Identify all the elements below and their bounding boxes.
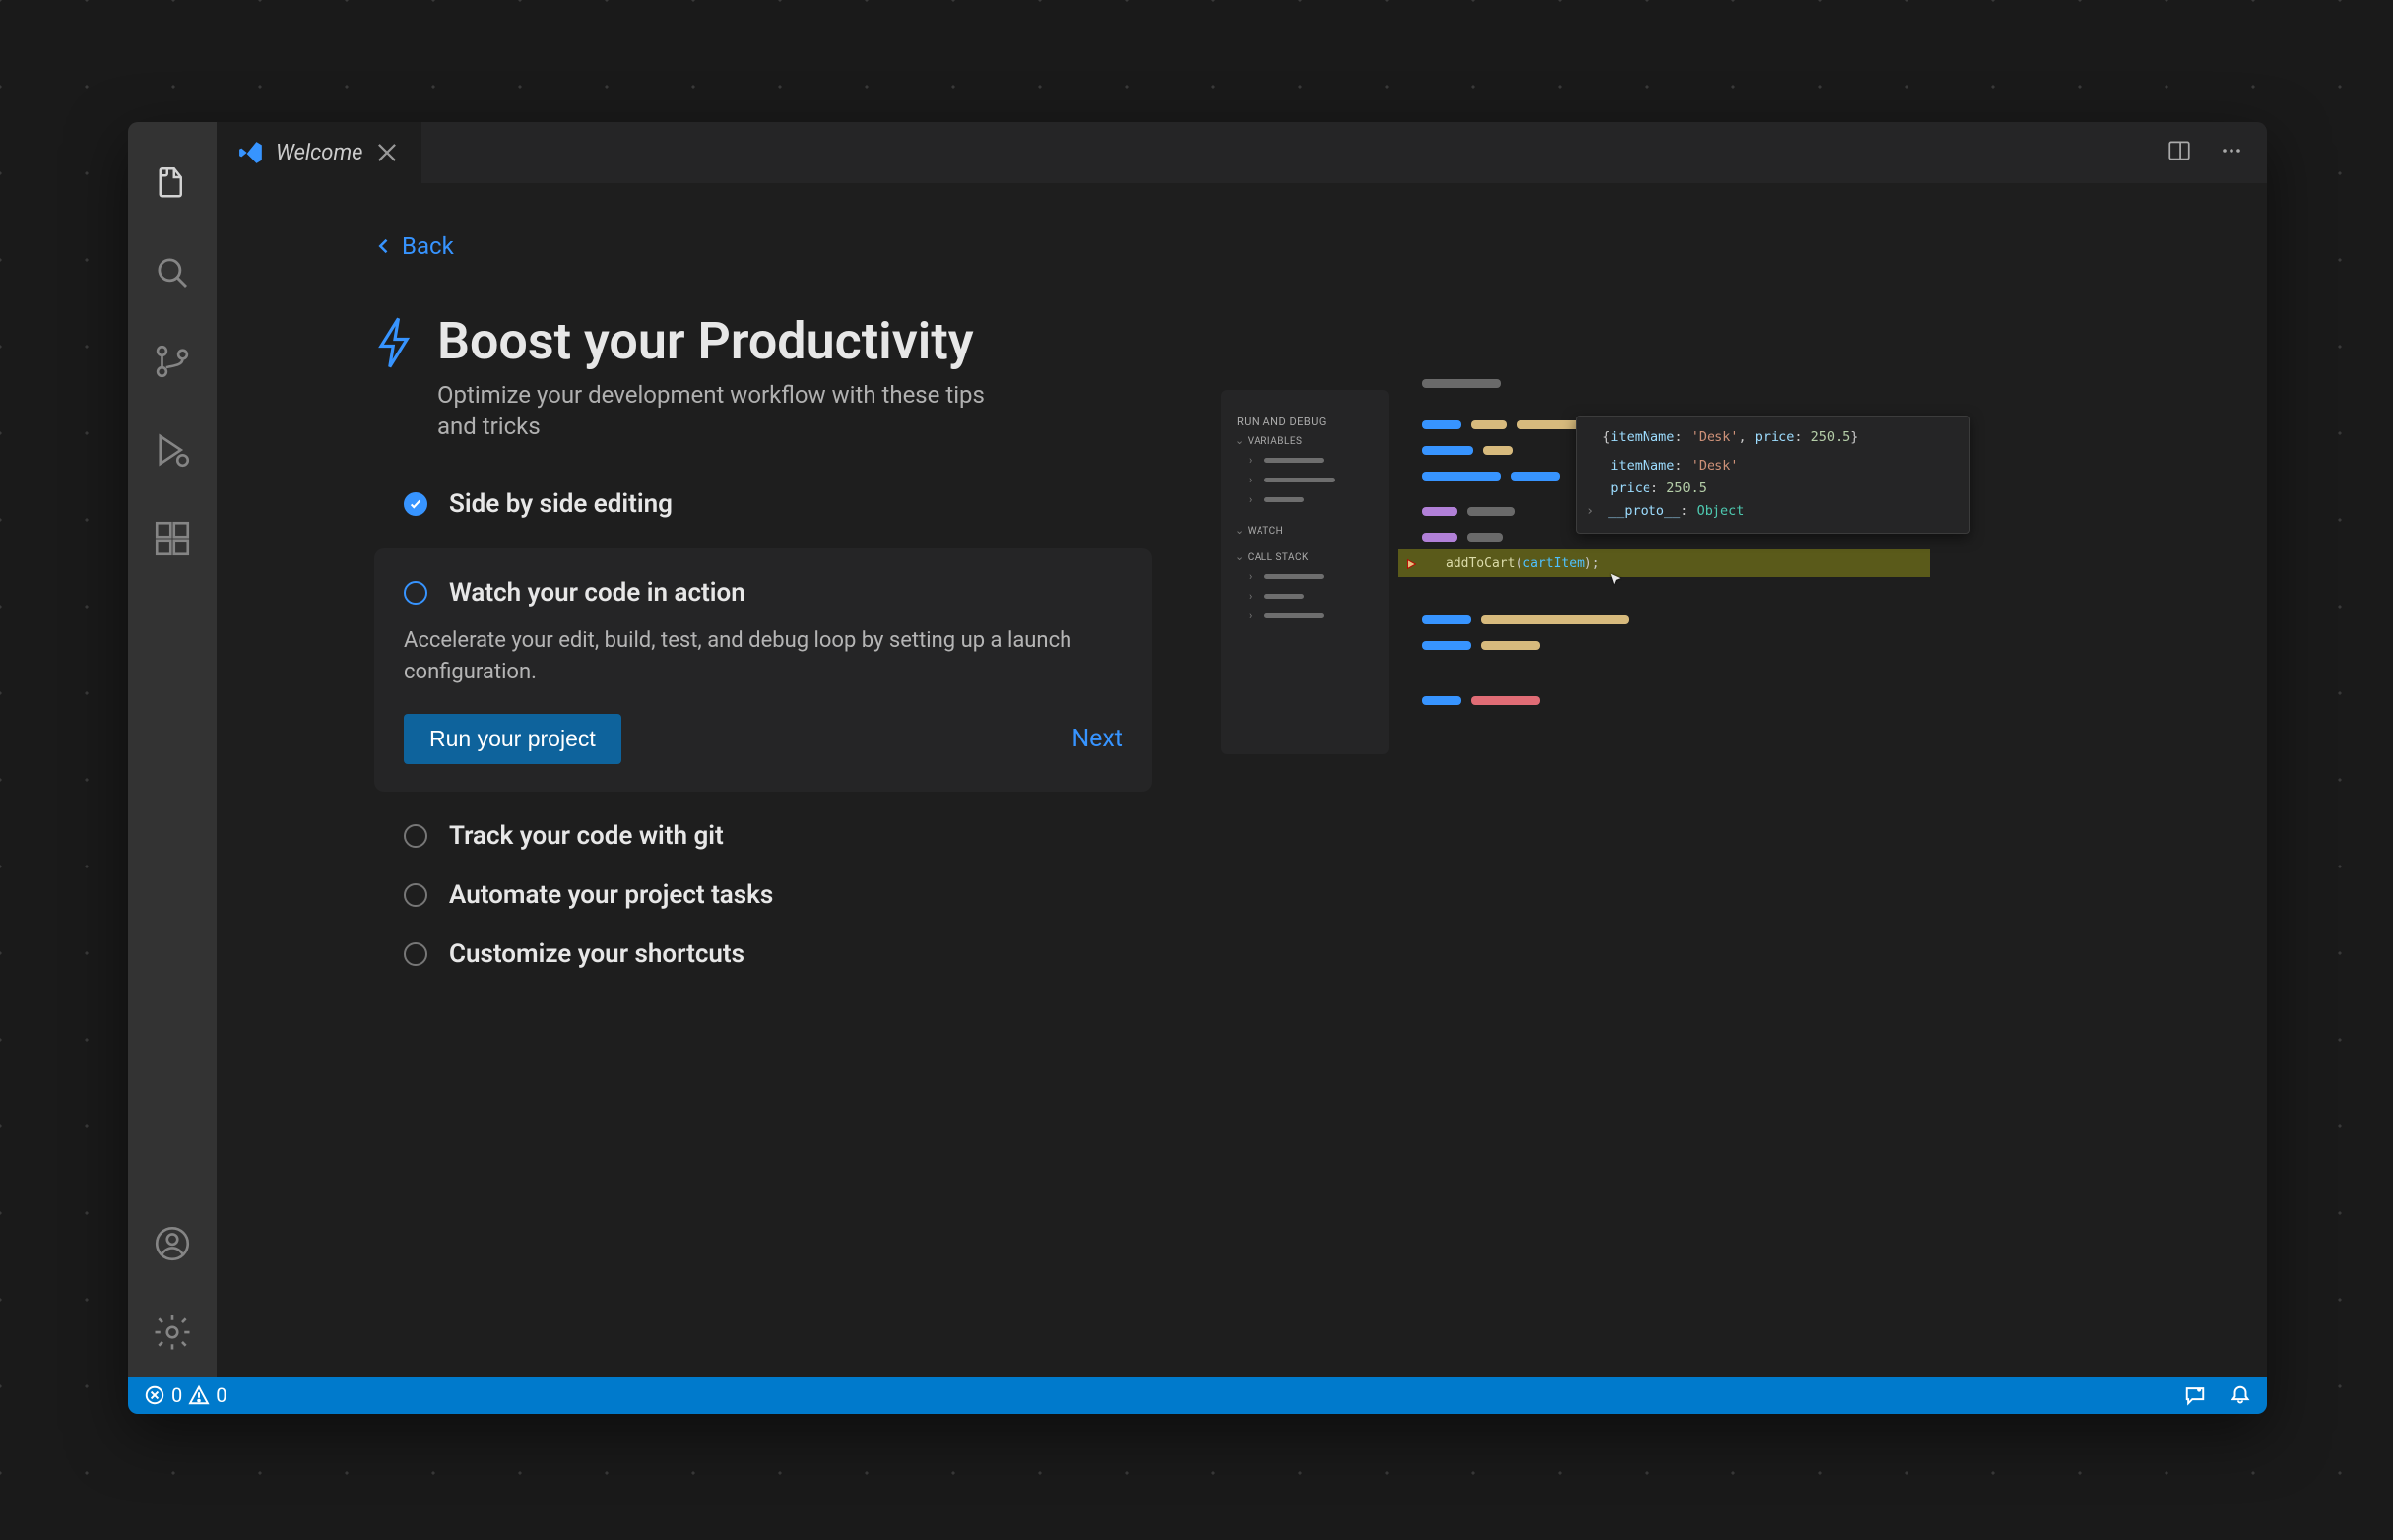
activity-source-control[interactable]: [128, 317, 217, 406]
editor-window: Welcome: [128, 122, 2267, 1414]
status-notifications[interactable]: [2230, 1384, 2251, 1406]
branch-icon: [152, 341, 193, 382]
step-customize-shortcuts[interactable]: Customize your shortcuts: [374, 939, 1152, 969]
step-automate-tasks[interactable]: Automate your project tasks: [374, 880, 1152, 910]
chevron-left-icon: [374, 236, 394, 256]
step-status-pending-icon: [404, 883, 427, 907]
illus-highlighted-line: addToCart(cartItem);: [1398, 549, 1930, 577]
activity-search[interactable]: [128, 228, 217, 317]
step-status-pending-icon: [404, 942, 427, 966]
activity-extensions[interactable]: [128, 494, 217, 583]
ellipsis-icon: [2220, 139, 2243, 162]
more-actions-button[interactable]: [2220, 139, 2243, 166]
vscode-icon: [238, 140, 264, 165]
step-side-by-side[interactable]: Side by side editing: [374, 489, 1152, 519]
tab-close-button[interactable]: [374, 140, 400, 165]
split-editor-button[interactable]: [2167, 138, 2192, 167]
illus-run-and-debug-title: RUN AND DEBUG: [1237, 416, 1375, 428]
step-label: Side by side editing: [449, 489, 673, 519]
illustration-frame: RUN AND DEBUG VARIABLES WATCH CALL STACK: [1221, 351, 1930, 794]
step-label: Track your code with git: [449, 821, 724, 851]
cursor-icon: [1609, 571, 1623, 590]
warning-icon: [188, 1384, 210, 1406]
status-problems[interactable]: 0 0: [144, 1383, 227, 1407]
back-link[interactable]: Back: [374, 232, 1152, 260]
step-description: Accelerate your edit, build, test, and d…: [404, 625, 1123, 688]
illus-variables-title: VARIABLES: [1248, 436, 1303, 447]
breakpoint-icon: [1404, 556, 1418, 570]
illus-callstack-title: CALL STACK: [1248, 552, 1309, 563]
activity-settings[interactable]: [128, 1288, 217, 1377]
step-status-pending-icon: [404, 824, 427, 848]
activity-run-debug[interactable]: [128, 406, 217, 494]
back-label: Back: [402, 232, 454, 260]
search-icon: [152, 252, 193, 293]
step-label: Watch your code in action: [449, 578, 745, 608]
step-track-git[interactable]: Track your code with git: [374, 821, 1152, 851]
step-label: Automate your project tasks: [449, 880, 773, 910]
error-icon: [144, 1384, 165, 1406]
illustration-panel: RUN AND DEBUG VARIABLES WATCH CALL STACK: [1221, 232, 2109, 1337]
illus-debug-sidebar: RUN AND DEBUG VARIABLES WATCH CALL STACK: [1221, 390, 1389, 754]
tab-title: Welcome: [276, 141, 362, 165]
step-status-done-icon: [404, 492, 427, 516]
activity-explorer[interactable]: [128, 140, 217, 228]
bolt-icon: [374, 315, 416, 374]
main-area: Welcome: [217, 122, 2267, 1377]
illus-code-arg: cartItem: [1522, 556, 1585, 571]
feedback-icon: [2184, 1384, 2206, 1406]
welcome-left-column: Back Boost your Productivity Optimize yo…: [374, 232, 1152, 1337]
page-subtitle: Optimize your development workflow with …: [437, 379, 1008, 443]
welcome-content: Back Boost your Productivity Optimize yo…: [217, 183, 2267, 1377]
status-bar: 0 0: [128, 1377, 2267, 1414]
step-label: Customize your shortcuts: [449, 939, 744, 969]
step-status-active-icon: [404, 581, 427, 605]
extensions-icon: [152, 518, 193, 559]
gear-icon: [152, 1312, 193, 1353]
status-feedback[interactable]: [2184, 1384, 2206, 1406]
page-title: Boost your Productivity: [437, 315, 1008, 369]
steps-list: Side by side editing Watch your code in …: [374, 489, 1152, 969]
page-header: Boost your Productivity Optimize your de…: [374, 315, 1152, 442]
next-link[interactable]: Next: [1071, 725, 1123, 753]
run-project-button[interactable]: Run your project: [404, 714, 621, 764]
play-bug-icon: [152, 429, 193, 471]
tab-right-actions: [2167, 122, 2267, 183]
editor-body: Welcome: [128, 122, 2267, 1377]
activity-accounts[interactable]: [128, 1199, 217, 1288]
close-icon: [374, 140, 400, 165]
step-active-card: Watch your code in action Accelerate you…: [374, 548, 1152, 792]
illus-debug-tooltip: {itemName: 'Desk', price: 250.5} itemNam…: [1576, 416, 1970, 534]
activity-bar: [128, 122, 217, 1377]
split-icon: [2167, 138, 2192, 163]
tab-bar: Welcome: [217, 122, 2267, 183]
files-icon: [152, 163, 193, 205]
status-errors-count: 0: [171, 1383, 182, 1407]
tab-welcome[interactable]: Welcome: [217, 122, 421, 183]
illus-watch-title: WATCH: [1248, 526, 1284, 537]
illus-code-fn: addToCart: [1446, 556, 1515, 571]
bell-icon: [2230, 1384, 2251, 1406]
status-warnings-count: 0: [216, 1383, 226, 1407]
account-icon: [152, 1223, 193, 1264]
